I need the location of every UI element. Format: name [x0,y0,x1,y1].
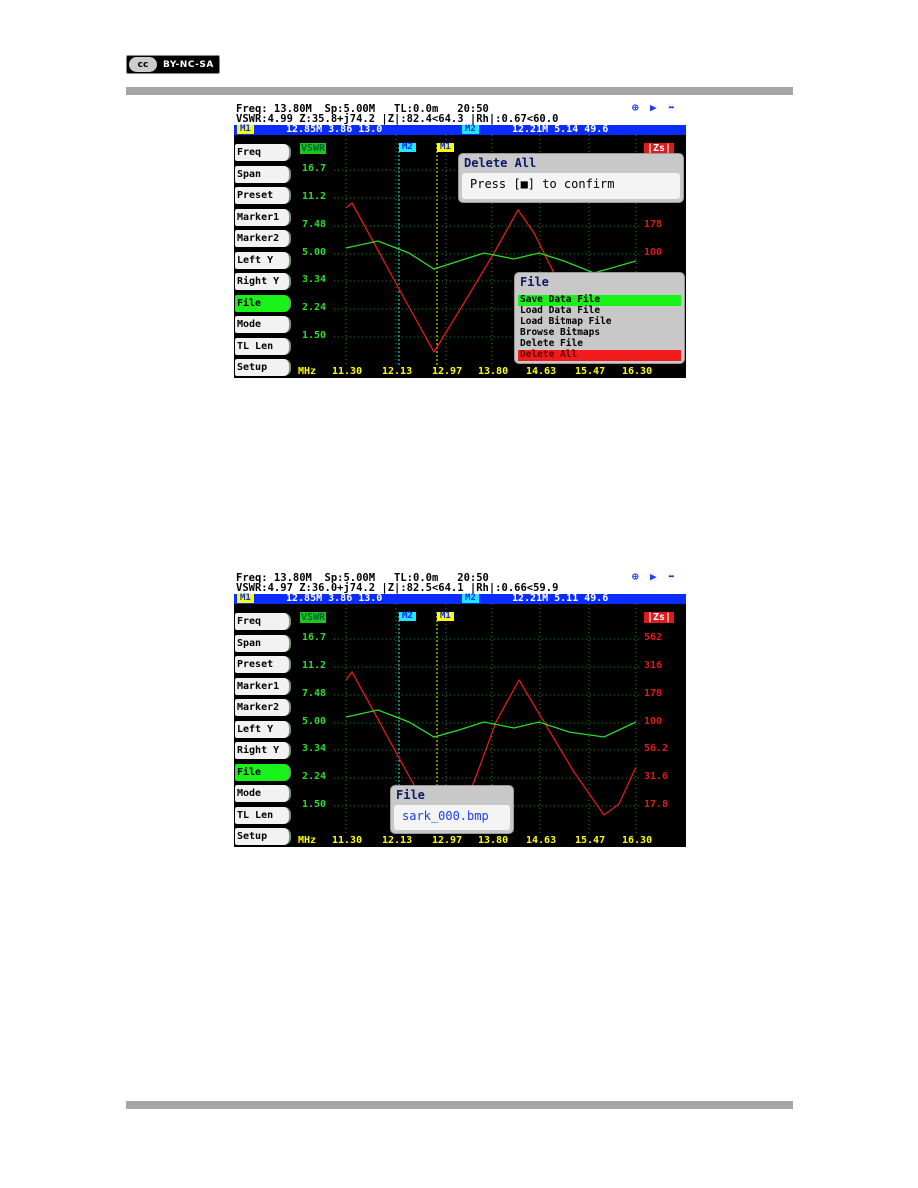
x-tick-label: 14.63 [526,366,557,377]
left-tick-label: 7.48 [302,688,327,699]
x-tick-label: 15.47 [575,835,606,846]
vswr-curve [345,709,637,738]
menu-button-file[interactable]: File [235,763,291,781]
menu-button-span[interactable]: Span [235,634,291,652]
menu-button-mode[interactable]: Mode [235,316,291,333]
left-tick-label: 2.24 [302,771,327,782]
header-rule [126,87,793,95]
file-menu-item-delete-file[interactable]: Delete File [518,338,681,350]
dialog-message: Press [■] to confirm [470,177,615,191]
left-tick-label: 5.00 [302,247,327,258]
menu-button-freq[interactable]: Freq [235,613,291,630]
left-tick-label: 16.7 [302,632,327,643]
right-tick-label: 178 [644,219,663,230]
right-tick-label: 100 [644,716,663,727]
menu-button-marker2[interactable]: Marker2 [235,699,291,716]
right-tick-label: 56.2 [644,743,669,754]
file-menu: File Save Data File Load Data File Load Bit… [514,272,685,364]
x-unit: MHz [298,835,317,846]
left-tick-label: 7.48 [302,219,327,230]
right-axis-title: |Zs| [644,612,675,623]
plot-marker1-tag: M1 [437,143,454,152]
left-tick-label: 1.50 [302,799,327,810]
menu-button-mode[interactable]: Mode [235,785,291,802]
menu-button-tl-len[interactable]: TL Len [235,806,291,824]
x-tick-label: 13.80 [478,835,509,846]
x-tick-label: 11.30 [332,835,363,846]
menu-button-marker2[interactable]: Marker2 [235,230,291,247]
x-tick-label: 11.30 [332,366,363,377]
x-tick-label: 16.30 [622,366,653,377]
left-tick-label: 11.2 [302,191,327,202]
left-axis-title: VSWR [300,612,327,623]
menu-button-setup[interactable]: Setup [235,359,291,376]
license-badge: cc BY-NC-SA [126,55,220,74]
menu-button-tl-len[interactable]: TL Len [235,337,291,355]
x-tick-label: 14.63 [526,835,557,846]
x-axis: MHz 11.30 12.13 12.97 13.80 14.63 15.47 16.30 [296,366,686,378]
right-tick-label: 100 [644,247,663,258]
menu-button-freq[interactable]: Freq [235,144,291,161]
menu-button-marker1[interactable]: Marker1 [235,208,291,226]
menu-button-left-y[interactable]: Left Y [235,251,291,269]
x-tick-label: 12.13 [382,366,413,377]
x-tick-label: 12.13 [382,835,413,846]
filename-input[interactable]: sark_000.bmp [402,809,489,823]
license-text: BY-NC-SA [163,59,214,70]
right-tick-label: 31.6 [644,771,669,782]
left-tick-label: 16.7 [302,163,327,174]
document-page: cc BY-NC-SA Freq: 13.80M Sp:5.00M TL:0.0… [0,0,918,1188]
filename-dialog-title: File [396,788,425,802]
right-tick-label: 178 [644,688,663,699]
file-menu-item-load-data-file[interactable]: Load Data File [518,305,681,317]
menu-button-left-y[interactable]: Left Y [235,720,291,738]
footer-rule [126,1101,793,1109]
file-menu-item-load-bitmap-file[interactable]: Load Bitmap File [518,316,681,328]
left-tick-label: 5.00 [302,716,327,727]
plot-marker1-tag: M1 [437,612,454,621]
file-menu-item-browse-bitmaps[interactable]: Browse Bitmaps [518,327,681,339]
analyzer-screenshot-delete-all: Freq: 13.80M Sp:5.00M TL:0.0m 20:50 VSWR:… [234,103,686,378]
left-axis-title: VSWR [300,143,327,154]
menu-button-preset[interactable]: Preset [235,656,291,673]
right-tick-label: 17.8 [644,799,669,810]
menu-button-file[interactable]: File [235,294,291,312]
dialog-body: Press [■] to confirm [462,173,680,199]
left-tick-label: 1.50 [302,330,327,341]
filename-dialog: File sark_000.bmp [390,785,514,834]
menu-button-preset[interactable]: Preset [235,187,291,204]
menu-button-span[interactable]: Span [235,165,291,183]
right-tick-label: 562 [644,632,663,643]
x-axis: MHz 11.30 12.13 12.97 13.80 14.63 15.47 16.30 [296,835,686,847]
analyzer-screenshot-save-bitmap: Freq: 13.80M Sp:5.00M TL:0.0m 20:50 VSWR:… [234,572,686,847]
left-tick-label: 3.34 [302,274,327,285]
left-tick-label: 3.34 [302,743,327,754]
plot-marker2-tag: M2 [399,143,416,152]
menu-button-right-y[interactable]: Right Y [235,742,291,759]
x-tick-label: 13.80 [478,366,509,377]
menu-button-right-y[interactable]: Right Y [235,273,291,290]
left-tick-label: 2.24 [302,302,327,313]
file-menu-title: File [520,275,549,289]
menu-button-setup[interactable]: Setup [235,828,291,845]
dialog-title: Delete All [464,156,537,170]
cc-icon: cc [129,57,157,72]
left-tick-label: 11.2 [302,660,327,671]
right-tick-label: 316 [644,660,663,671]
x-tick-label: 15.47 [575,366,606,377]
filename-box: sark_000.bmp [394,805,510,830]
delete-all-dialog: Delete All Press [■] to confirm [458,153,684,203]
file-menu-item-save-data-file[interactable]: Save Data File [518,294,681,306]
x-tick-label: 16.30 [622,835,653,846]
menu-button-marker1[interactable]: Marker1 [235,677,291,695]
file-menu-item-delete-all[interactable]: Delete All [518,349,681,361]
x-tick-label: 12.97 [432,366,463,377]
x-unit: MHz [298,366,317,377]
x-tick-label: 12.97 [432,835,463,846]
plot-marker2-tag: M2 [399,612,416,621]
